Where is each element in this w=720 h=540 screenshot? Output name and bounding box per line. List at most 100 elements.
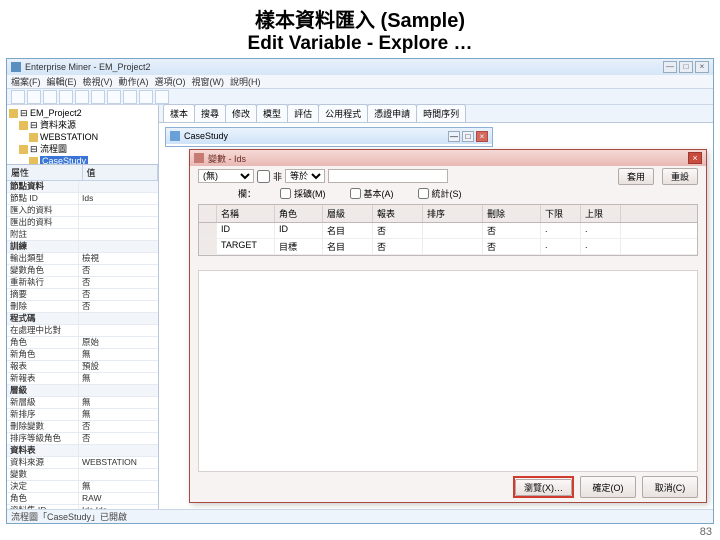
tab-assess[interactable]: 評估 (287, 104, 319, 122)
tree-item: ⊟ 資料來源 (9, 119, 156, 131)
dialog-title: 變數 - Ids (208, 152, 246, 165)
prop-row[interactable]: 附註 (7, 229, 158, 241)
menu-options[interactable]: 選項(O) (155, 75, 186, 88)
maximize-button[interactable]: □ (679, 61, 693, 73)
menu-help[interactable]: 說明(H) (230, 75, 261, 88)
menu-window[interactable]: 視窗(W) (192, 75, 225, 88)
menu-action[interactable]: 動作(A) (119, 75, 149, 88)
col-lo[interactable]: 下限 (541, 205, 581, 222)
diagram-close[interactable]: × (476, 131, 488, 142)
col-role[interactable]: 角色 (275, 205, 323, 222)
project-tree[interactable]: ⊟ EM_Project2 ⊟ 資料來源 WEBSTATION ⊟ 流程圖 Ca… (7, 105, 158, 165)
col-level[interactable]: 層級 (323, 205, 373, 222)
prop-row[interactable]: 輸出類型檢視 (7, 253, 158, 265)
toolbar-button[interactable] (27, 90, 41, 104)
prop-row[interactable]: 在處理中比對 (7, 325, 158, 337)
prop-row[interactable]: 新報表無 (7, 373, 158, 385)
diagram-title: CaseStudy (184, 131, 228, 141)
menu-file[interactable]: 檔案(F) (11, 75, 41, 88)
ok-button[interactable]: 確定(O) (580, 476, 636, 498)
prop-row[interactable]: 決定無 (7, 481, 158, 493)
tab-utility[interactable]: 公用程式 (318, 104, 368, 122)
tab-credit[interactable]: 憑證申請 (367, 104, 417, 122)
prop-row[interactable]: 資料來源WEBSTATION (7, 457, 158, 469)
filter-op-select[interactable]: 等於 (285, 169, 325, 183)
dialog-close-button[interactable]: × (688, 152, 702, 164)
variables-dialog: 變數 - Ids × (無) 非 等於 套用 重設 欄： (189, 149, 707, 503)
prop-row[interactable]: 角色RAW (7, 493, 158, 505)
toolbar-button[interactable] (139, 90, 153, 104)
cancel-button[interactable]: 取消(C) (642, 476, 698, 498)
explore-button[interactable]: 瀏覽(X)… (515, 479, 572, 496)
prop-row[interactable]: 節點資料 (7, 181, 158, 193)
prop-row[interactable]: 刪除變數否 (7, 421, 158, 433)
filter-row: (無) 非 等於 套用 重設 (190, 166, 706, 186)
reset-button[interactable]: 重設 (662, 168, 698, 185)
prop-row[interactable]: 刪除否 (7, 301, 158, 313)
prop-row[interactable]: 層級 (7, 385, 158, 397)
col-name[interactable]: 名稱 (217, 205, 275, 222)
dialog-icon (194, 153, 204, 163)
toolbar-button[interactable] (59, 90, 73, 104)
prop-row[interactable]: 訓練 (7, 241, 158, 253)
prop-row[interactable]: 匯入的資料 (7, 205, 158, 217)
toolbar-button[interactable] (107, 90, 121, 104)
prop-row[interactable]: 變數 (7, 469, 158, 481)
tab-sample[interactable]: 樣本 (163, 104, 195, 122)
toolbar-button[interactable] (75, 90, 89, 104)
col-drop[interactable]: 刪除 (483, 205, 541, 222)
diagram-max[interactable]: □ (462, 131, 474, 142)
toolbar-button[interactable] (91, 90, 105, 104)
stats-check[interactable]: 統計(S) (418, 187, 462, 200)
tab-model[interactable]: 模型 (256, 104, 288, 122)
prop-row[interactable]: 變數角色否 (7, 265, 158, 277)
prop-row[interactable]: 報表預設 (7, 361, 158, 373)
table-row[interactable]: TARGET目標名目否否.. (199, 239, 697, 255)
toolbar-button[interactable] (123, 90, 137, 104)
preview-area (198, 270, 698, 472)
filter-not-checkbox[interactable] (257, 170, 270, 183)
apply-button[interactable]: 套用 (618, 168, 654, 185)
filter-value-input[interactable] (328, 169, 448, 183)
close-button[interactable]: × (695, 61, 709, 73)
variables-grid[interactable]: 名稱 角色 層級 報表 排序 刪除 下限 上限 IDID名目否否..TARGET… (198, 204, 698, 256)
toolbar-button[interactable] (11, 90, 25, 104)
tab-timeseries[interactable]: 時間序列 (416, 104, 466, 122)
workspace: 樣本 搜尋 修改 模型 評估 公用程式 憑證申請 時間序列 CaseStudy … (159, 105, 713, 509)
prop-row[interactable]: 新層級無 (7, 397, 158, 409)
diagram-window: CaseStudy — □ × (165, 127, 493, 147)
diagram-min[interactable]: — (448, 131, 460, 142)
filter-not-label: 非 (273, 170, 282, 183)
tab-explore[interactable]: 搜尋 (194, 104, 226, 122)
app-title: Enterprise Miner - EM_Project2 (25, 62, 151, 72)
app-window: Enterprise Miner - EM_Project2 — □ × 檔案(… (6, 58, 714, 524)
prop-row[interactable]: 匯出的資料 (7, 217, 158, 229)
table-row[interactable]: IDID名目否否.. (199, 223, 697, 239)
prop-row[interactable]: 角色原始 (7, 337, 158, 349)
prop-row[interactable]: 節點 IDIds (7, 193, 158, 205)
mining-check[interactable]: 採礦(M) (280, 187, 326, 200)
prop-row[interactable]: 新角色無 (7, 349, 158, 361)
tree-item-selected: CaseStudy (9, 155, 156, 165)
col-hi[interactable]: 上限 (581, 205, 621, 222)
menu-view[interactable]: 檢視(V) (83, 75, 113, 88)
col-order[interactable]: 排序 (423, 205, 483, 222)
prop-row[interactable]: 排序等級角色否 (7, 433, 158, 445)
tab-modify[interactable]: 修改 (225, 104, 257, 122)
toolbar-button[interactable] (43, 90, 57, 104)
tree-item: ⊟ 流程圖 (9, 143, 156, 155)
prop-row[interactable]: 新排序無 (7, 409, 158, 421)
app-icon (11, 62, 21, 72)
tree-root: ⊟ EM_Project2 (9, 107, 156, 119)
prop-col-name: 屬性 (7, 165, 83, 180)
menu-edit[interactable]: 編輯(E) (47, 75, 77, 88)
toolbar-button[interactable] (155, 90, 169, 104)
minimize-button[interactable]: — (663, 61, 677, 73)
prop-row[interactable]: 資料表 (7, 445, 158, 457)
prop-row[interactable]: 摘要否 (7, 289, 158, 301)
filter-field-select[interactable]: (無) (198, 169, 254, 183)
prop-row[interactable]: 重新執行否 (7, 277, 158, 289)
col-report[interactable]: 報表 (373, 205, 423, 222)
basic-check[interactable]: 基本(A) (350, 187, 394, 200)
prop-row[interactable]: 程式碼 (7, 313, 158, 325)
